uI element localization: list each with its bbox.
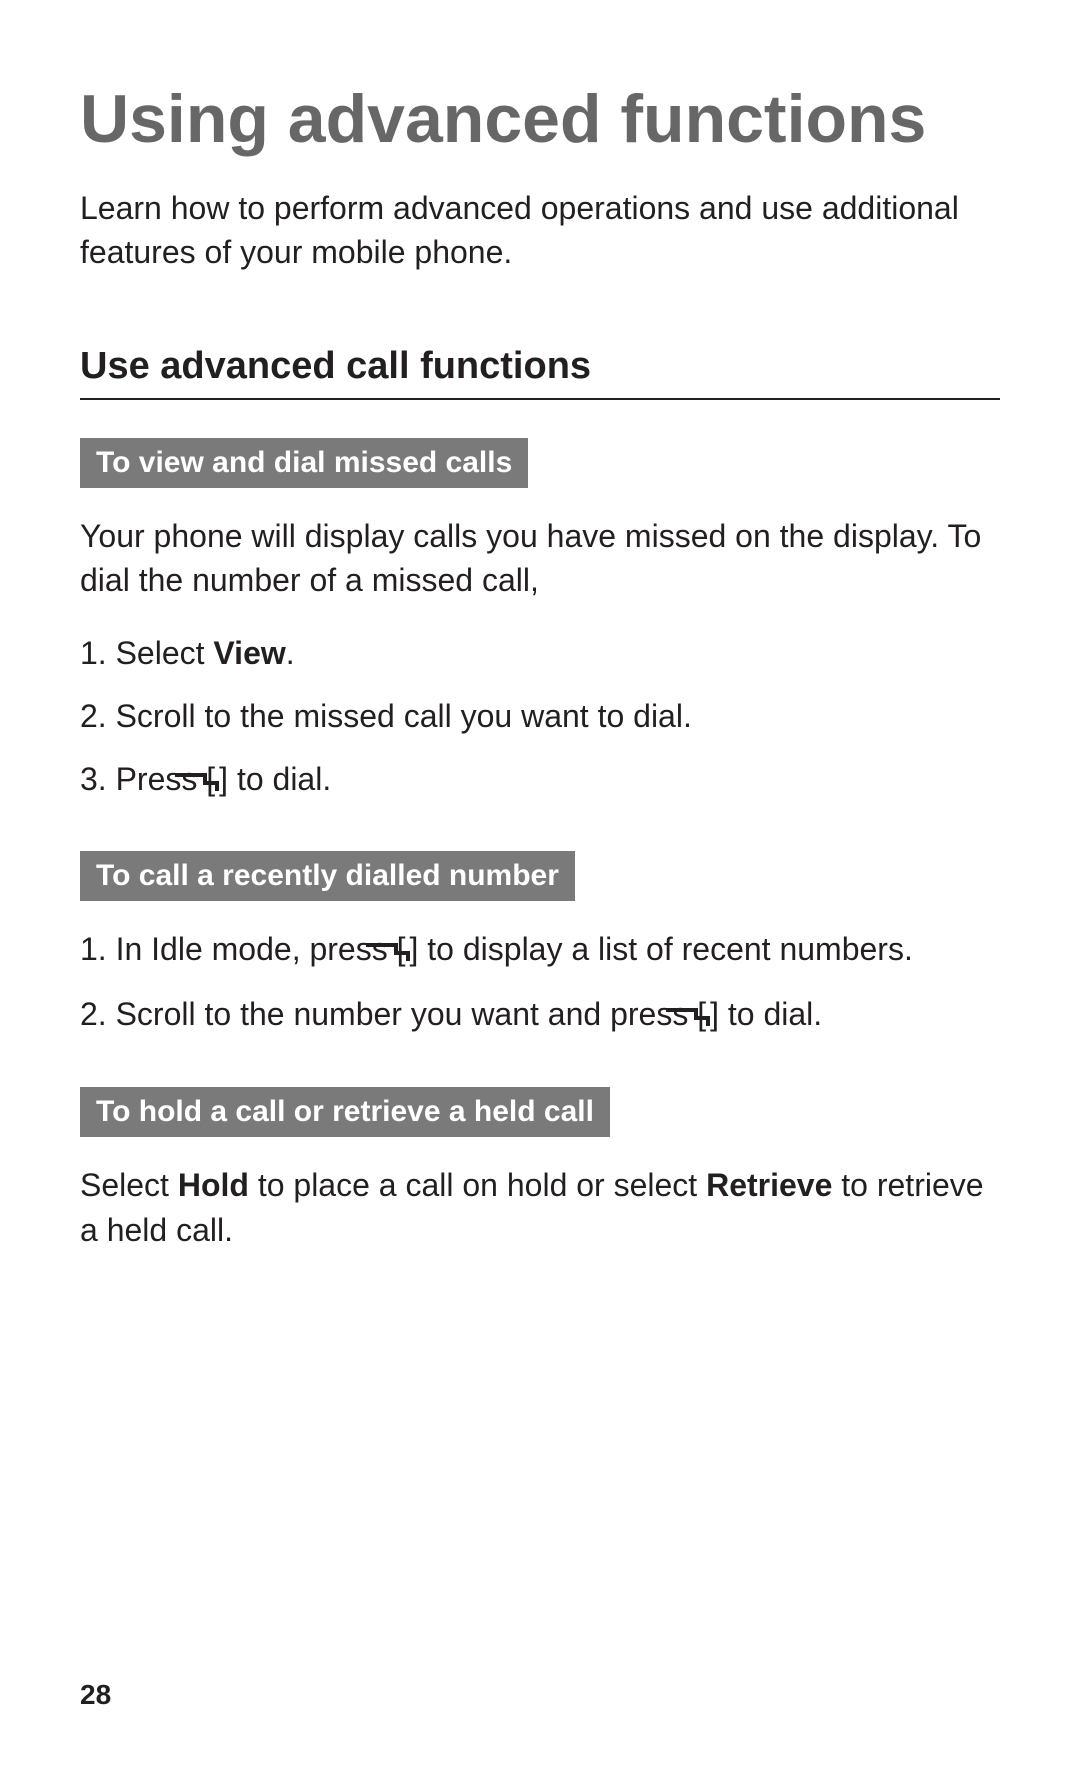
step-item: In Idle mode, press [] to display a list… — [80, 927, 1000, 974]
subsection-hold-call: To hold a call or retrieve a held call S… — [80, 1087, 1000, 1253]
step-list: In Idle mode, press [] to display a list… — [80, 927, 1000, 1039]
step-text: ] to dial. — [219, 761, 331, 797]
page-number: 28 — [80, 1679, 111, 1711]
step-text: . — [286, 635, 295, 671]
step-text: In Idle mode, press [ — [116, 931, 406, 967]
step-text: ] to dial. — [710, 996, 822, 1032]
step-list: Select View. Scroll to the missed call y… — [80, 631, 1000, 803]
body-text: Your phone will display calls you have m… — [80, 514, 1000, 604]
page-title: Using advanced functions — [80, 80, 1000, 158]
step-item: Press [] to dial. — [80, 757, 1000, 804]
text-bold: Retrieve — [706, 1167, 832, 1203]
document-page: Using advanced functions Learn how to pe… — [0, 0, 1080, 1771]
sub-heading: To hold a call or retrieve a held call — [80, 1087, 610, 1137]
step-bold: View — [213, 635, 285, 671]
step-text: ] to display a list of recent numbers. — [410, 931, 913, 967]
body-text: Select Hold to place a call on hold or s… — [80, 1163, 1000, 1253]
text-span: Select — [80, 1167, 178, 1203]
step-item: Scroll to the missed call you want to di… — [80, 694, 1000, 739]
section-heading: Use advanced call functions — [80, 345, 1000, 400]
text-bold: Hold — [178, 1167, 249, 1203]
text-span: to place a call on hold or select — [249, 1167, 706, 1203]
step-text: Scroll to the number you want and press … — [116, 996, 707, 1032]
sub-heading: To call a recently dialled number — [80, 851, 575, 901]
subsection-recent-number: To call a recently dialled number In Idl… — [80, 851, 1000, 1039]
step-item: Select View. — [80, 631, 1000, 676]
step-item: Scroll to the number you want and press … — [80, 992, 1000, 1039]
subsection-missed-calls: To view and dial missed calls Your phone… — [80, 438, 1000, 804]
sub-heading: To view and dial missed calls — [80, 438, 528, 488]
intro-text: Learn how to perform advanced operations… — [80, 186, 1000, 274]
step-text: Select — [116, 635, 214, 671]
